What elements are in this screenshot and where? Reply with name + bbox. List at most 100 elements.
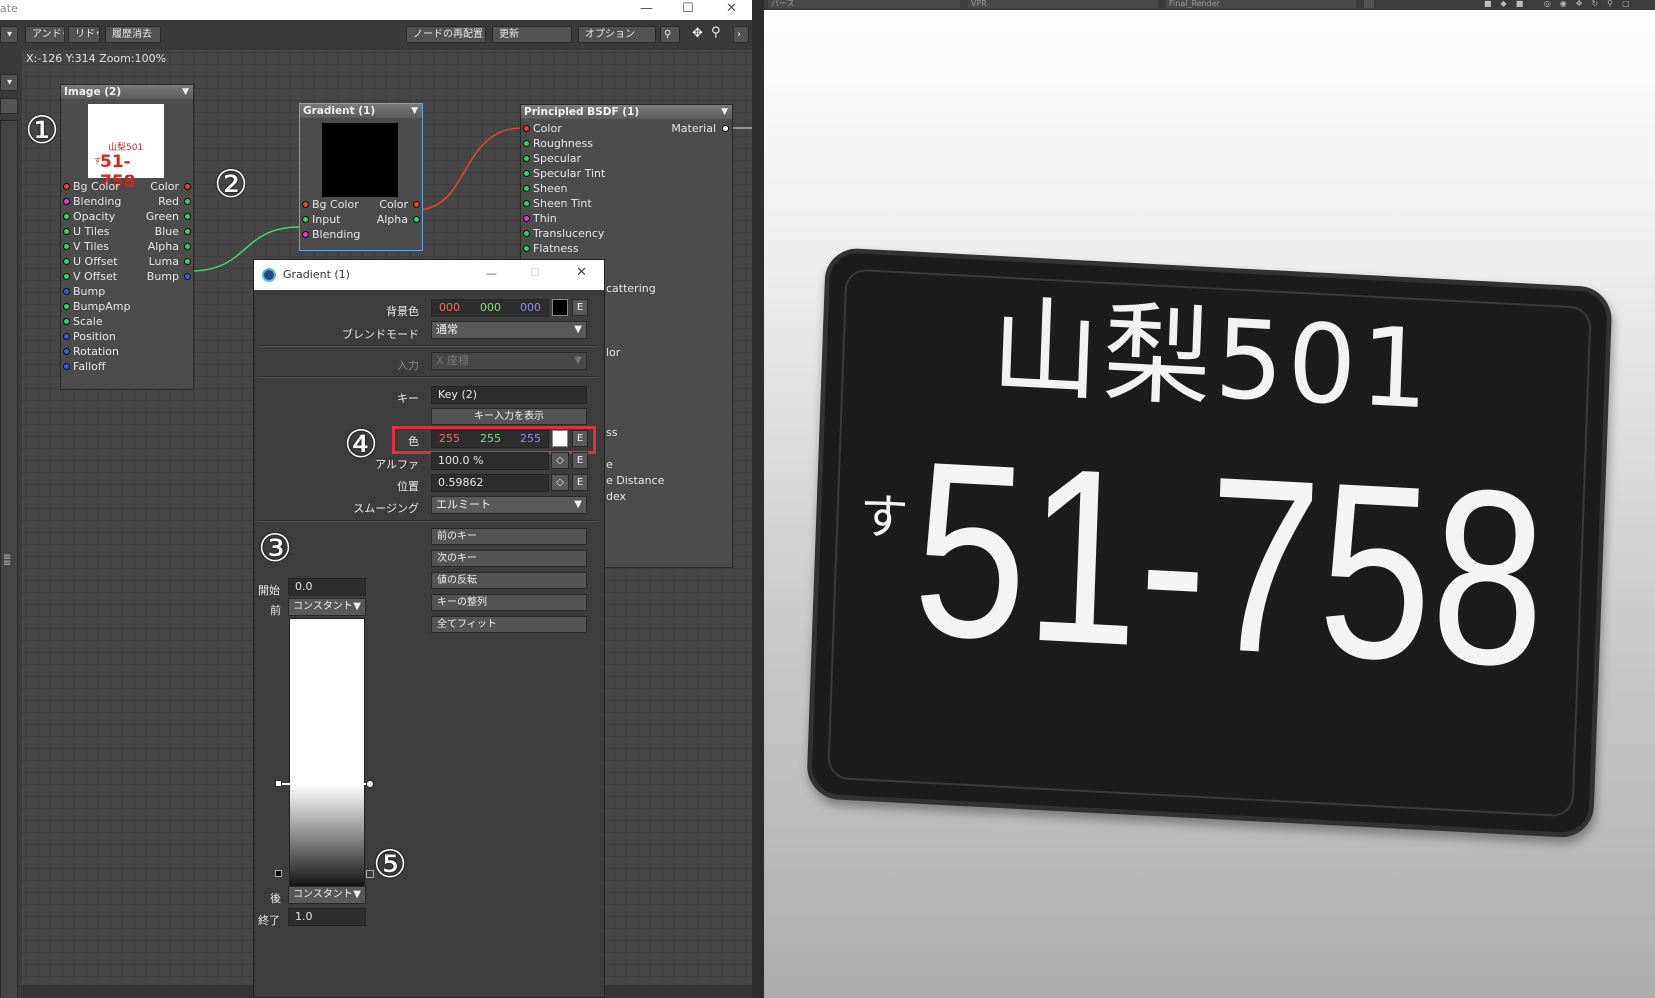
port-dot[interactable]	[184, 198, 191, 205]
port-dot[interactable]	[184, 213, 191, 220]
spinner-arrows-icon[interactable]: ◇	[551, 452, 569, 469]
blend-mode-label: ブレンドモード	[342, 328, 419, 341]
fit-all-button[interactable]: 全てフィット	[431, 616, 587, 633]
gradient-node-header[interactable]: Gradient (1) ▼	[300, 104, 422, 118]
start-field[interactable]: 0.0	[288, 578, 366, 596]
position-envelope-button[interactable]: E	[572, 474, 588, 491]
port-dot[interactable]	[523, 230, 530, 237]
port-label: Color	[533, 122, 562, 135]
port-dot[interactable]	[63, 303, 70, 310]
port-dot[interactable]	[63, 288, 70, 295]
port-label: Sheen Tint	[533, 197, 592, 210]
close-icon[interactable]: ✕	[576, 265, 587, 280]
port-dot[interactable]	[302, 216, 309, 223]
spinner-arrows-icon[interactable]: ◇	[551, 474, 569, 491]
port-dot[interactable]	[63, 213, 70, 220]
chevron-down-icon[interactable]	[1364, 0, 1374, 8]
key-color-envelope-button[interactable]: E	[572, 430, 588, 447]
image-node-header[interactable]: Image (2) ▼	[61, 85, 193, 99]
port-dot[interactable]	[184, 258, 191, 265]
smoothing-select[interactable]: エルミート ▼	[431, 496, 587, 514]
port-dot[interactable]	[523, 155, 530, 162]
port-dot[interactable]	[302, 231, 309, 238]
chevron-down-icon[interactable]: ▼	[411, 104, 418, 118]
end-field[interactable]: 1.0	[288, 908, 366, 926]
alpha-envelope-button[interactable]: E	[572, 452, 588, 469]
minimize-icon[interactable]: —	[486, 267, 497, 280]
chevron-down-icon[interactable]: ▼	[721, 105, 728, 119]
port-dot[interactable]	[523, 245, 530, 252]
gradient-key-line[interactable]	[278, 783, 372, 785]
key-color-g[interactable]: 255	[480, 431, 501, 447]
post-behavior-select[interactable]: コンスタント ▼	[288, 886, 366, 904]
bsdf-node-header[interactable]: Principled BSDF (1) ▼	[521, 105, 732, 119]
next-key-button[interactable]: 次のキー	[431, 550, 587, 567]
port-dot[interactable]	[63, 183, 70, 190]
port-dot[interactable]	[523, 200, 530, 207]
port-dot[interactable]	[63, 228, 70, 235]
bg-color-b[interactable]: 000	[520, 300, 541, 316]
port-dot[interactable]	[184, 183, 191, 190]
plate-region-text: 山梨501	[989, 284, 1435, 434]
key-color-b[interactable]: 255	[520, 431, 541, 447]
port-dot[interactable]	[523, 215, 530, 222]
key-color-swatch[interactable]	[552, 430, 568, 447]
smoothing-label: スムージング	[353, 502, 419, 515]
invert-values-button[interactable]: 値の反転	[431, 572, 587, 589]
panel-splitter[interactable]	[752, 0, 764, 998]
port-dot[interactable]	[63, 363, 70, 370]
bg-color-envelope-button[interactable]: E	[572, 299, 588, 316]
maximize-icon[interactable]: ☐	[530, 266, 540, 279]
port-dot[interactable]	[63, 198, 70, 205]
alpha-field[interactable]: 100.0 %	[431, 452, 549, 470]
port-dot[interactable]	[523, 170, 530, 177]
gradient-bar[interactable]	[289, 618, 365, 896]
show-key-input-button[interactable]: キー入力を表示	[431, 408, 587, 425]
port-label: Color	[379, 198, 408, 211]
port-dot[interactable]	[413, 201, 420, 208]
key-field[interactable]: Key (2)	[431, 386, 587, 404]
bg-color-field[interactable]: 000 000 000	[431, 299, 549, 317]
port-dot[interactable]	[63, 348, 70, 355]
gradient-end-key-handle[interactable]	[275, 870, 282, 877]
bg-color-swatch[interactable]	[552, 299, 568, 316]
camera-select[interactable]: Final_Render	[1166, 0, 1356, 8]
position-field[interactable]: 0.59862	[431, 474, 549, 492]
port-material-dot[interactable]	[722, 125, 729, 132]
port-dot[interactable]	[523, 125, 530, 132]
bg-color-r[interactable]: 000	[439, 300, 460, 316]
port-dot[interactable]	[523, 140, 530, 147]
key-color-field[interactable]: 255 255 255	[431, 430, 549, 448]
bg-color-g[interactable]: 000	[480, 300, 501, 316]
vpr-select[interactable]: VPR	[968, 0, 1158, 8]
port-dot[interactable]	[63, 273, 70, 280]
key-color-r[interactable]: 255	[439, 431, 460, 447]
prev-key-button[interactable]: 前のキー	[431, 528, 587, 545]
dialog-titlebar[interactable]: Gradient (1) — ☐ ✕	[254, 260, 604, 290]
chevron-down-icon[interactable]: ▼	[182, 85, 189, 99]
gradient-key-handle-right[interactable]	[366, 780, 374, 788]
port-dot[interactable]	[63, 243, 70, 250]
render-viewport[interactable]: パース VPR Final_Render ■◆■ ◎◉✥↻⚲▢ 山梨501 す …	[764, 0, 1655, 998]
pre-behavior-select[interactable]: コンスタント ▼	[288, 598, 366, 616]
align-keys-button[interactable]: キーの整列	[431, 594, 587, 611]
image-thumbnail: 山梨501 す 51-758	[88, 104, 164, 192]
post-behavior-value: コンスタント	[293, 889, 353, 900]
end-label: 終了	[258, 914, 280, 927]
bsdf-partial-label: e Distance	[606, 474, 665, 487]
port-dot[interactable]	[63, 258, 70, 265]
port-dot[interactable]	[63, 333, 70, 340]
port-dot[interactable]	[184, 273, 191, 280]
image-node[interactable]: Image (2) ▼ 山梨501 す 51-758 Bg Color Blendi…	[60, 84, 194, 390]
port-dot[interactable]	[184, 228, 191, 235]
port-dot[interactable]	[184, 243, 191, 250]
viewport-tool-icons[interactable]: ■◆■ ◎◉✥↻⚲▢	[1484, 0, 1644, 8]
blend-mode-select[interactable]: 通常 ▼	[431, 321, 587, 339]
port-dot[interactable]	[63, 318, 70, 325]
port-dot[interactable]	[523, 185, 530, 192]
gradient-node[interactable]: Gradient (1) ▼ Bg Color Input Blending Color…	[299, 103, 423, 251]
port-dot[interactable]	[413, 216, 420, 223]
gradient-key-handle[interactable]	[275, 780, 282, 787]
port-dot[interactable]	[302, 201, 309, 208]
view-mode-select[interactable]: パース	[768, 0, 960, 8]
